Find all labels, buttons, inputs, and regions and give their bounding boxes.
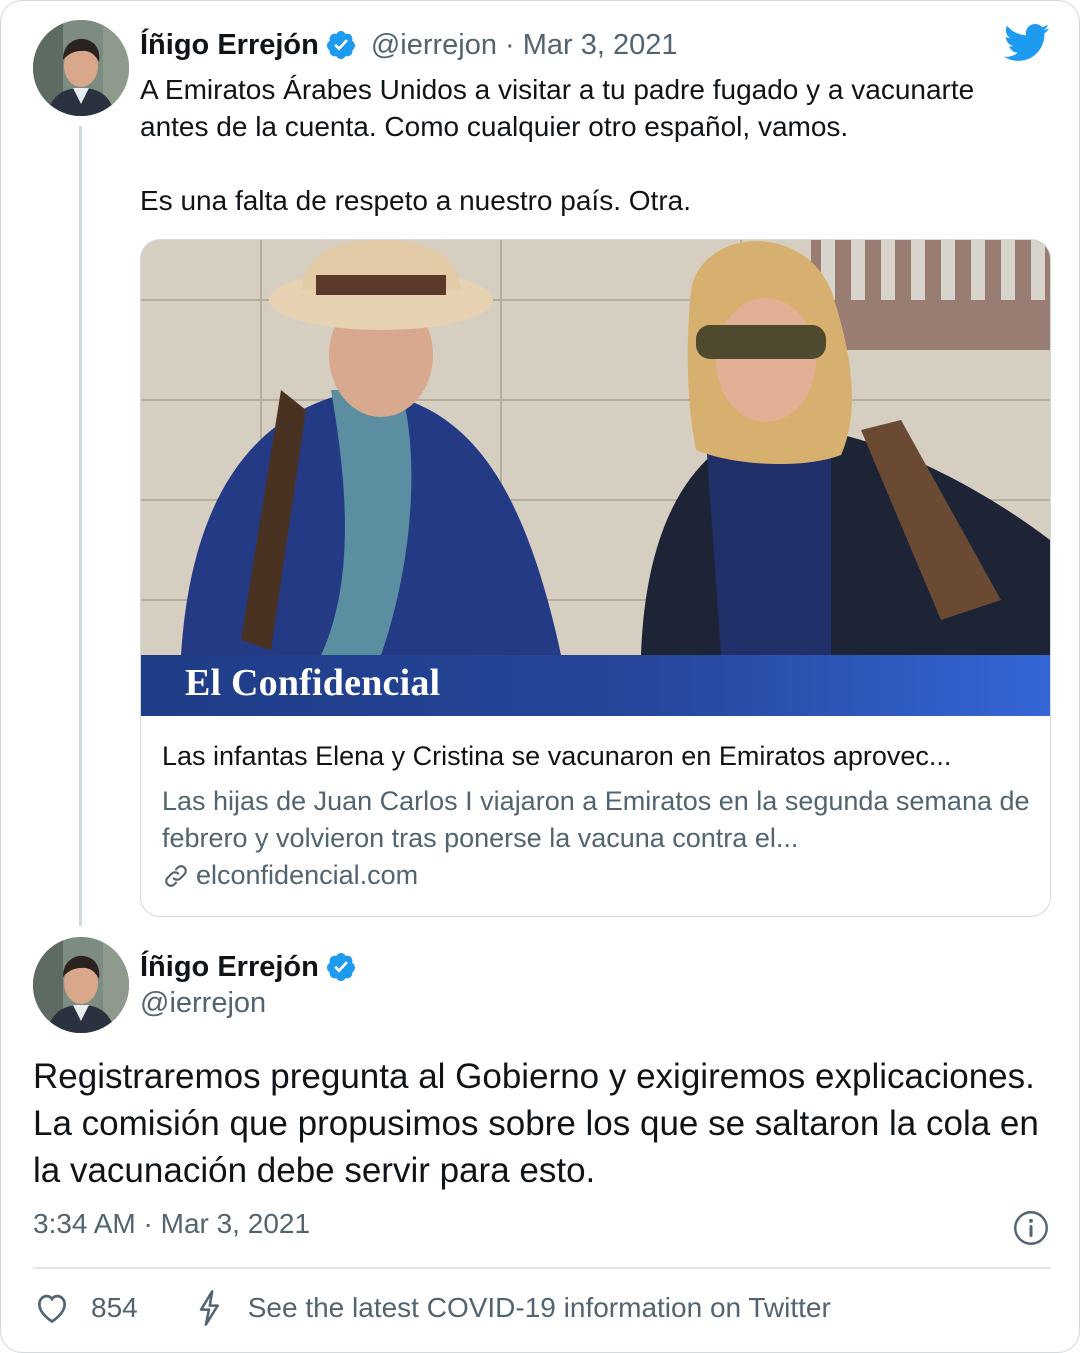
info-icon[interactable]	[1013, 1210, 1049, 1246]
main-tweet-author: Íñigo Errejón	[140, 947, 357, 987]
publisher-logo-text: El Confidencial	[185, 662, 441, 704]
article-image	[141, 240, 1050, 655]
tweet-timestamp[interactable]: 3:34 AM · Mar 3, 2021	[33, 1208, 310, 1240]
author-name[interactable]: Íñigo Errejón	[140, 29, 319, 62]
verified-badge-icon	[326, 953, 355, 981]
handle-and-date[interactable]: @ierrejon · Mar 3, 2021	[371, 29, 678, 62]
publisher-banner: El Confidencial	[141, 655, 1050, 716]
tweet-embed-card: Íñigo Errejón @ierrejon · Mar 3, 2021 A …	[0, 0, 1080, 1353]
verified-badge-icon	[326, 31, 355, 59]
handle[interactable]: @ierrejon	[140, 987, 266, 1020]
thread-line	[79, 126, 82, 926]
avatar[interactable]	[33, 20, 129, 116]
quoted-tweet-header: Íñigo Errejón @ierrejon · Mar 3, 2021	[140, 25, 678, 65]
link-title[interactable]: Las infantas Elena y Cristina se vacunar…	[162, 741, 1032, 772]
avatar[interactable]	[33, 937, 129, 1033]
quoted-tweet-text: A Emiratos Árabes Unidos a visitar a tu …	[140, 74, 975, 216]
link-preview-card[interactable]: El Confidencial Las infantas Elena y Cri…	[140, 239, 1051, 917]
lightning-icon[interactable]	[194, 1289, 224, 1327]
heart-icon[interactable]	[33, 1289, 71, 1327]
link-icon	[165, 864, 187, 887]
covid-info-link[interactable]: See the latest COVID-19 information on T…	[248, 1292, 831, 1324]
link-description: Las hijas de Juan Carlos I viajaron a Em…	[162, 786, 1030, 853]
author-name[interactable]: Íñigo Errejón	[140, 951, 319, 984]
link-domain: elconfidencial.com	[196, 860, 419, 890]
like-count[interactable]: 854	[91, 1292, 138, 1324]
action-bar: 854 See the latest COVID-19 information …	[33, 1289, 831, 1327]
twitter-bird-icon[interactable]	[1004, 23, 1050, 63]
link-domain-row[interactable]: elconfidencial.com	[162, 860, 418, 891]
divider	[33, 1267, 1051, 1269]
main-tweet-text: Registraremos pregunta al Gobierno y exi…	[33, 1057, 1039, 1190]
